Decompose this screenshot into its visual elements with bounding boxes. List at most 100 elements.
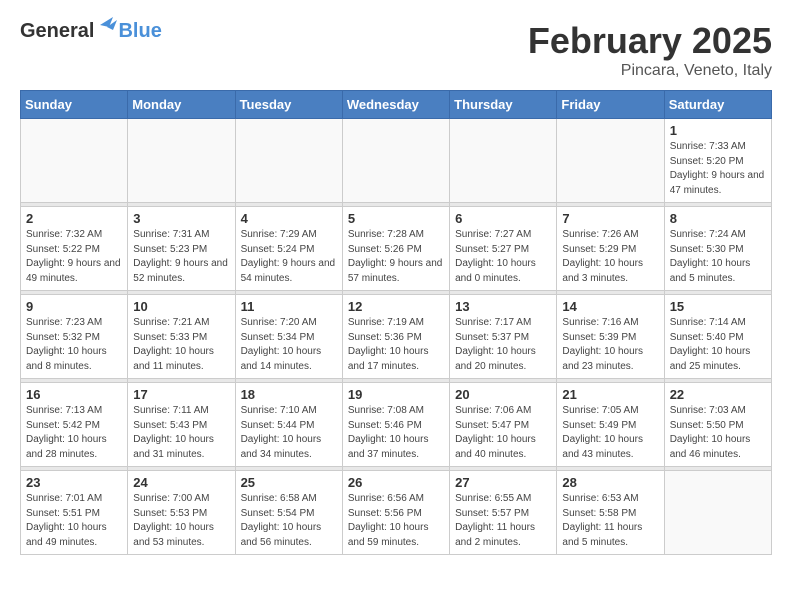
calendar-cell-w5-d4: 26 Sunrise: 6:56 AM Sunset: 5:56 PM Dayli… — [342, 471, 449, 555]
calendar-cell-w4-d4: 19 Sunrise: 7:08 AM Sunset: 5:46 PM Dayli… — [342, 383, 449, 467]
day-info: Sunrise: 7:11 AM Sunset: 5:43 PM Dayligh… — [133, 404, 229, 462]
day-info: Sunrise: 7:29 AM Sunset: 5:24 PM Dayligh… — [241, 228, 337, 286]
calendar-cell-w1-d3 — [235, 119, 342, 203]
calendar-week-3: 9 Sunrise: 7:23 AM Sunset: 5:32 PM Daylig… — [21, 295, 772, 379]
day-info: Sunrise: 6:56 AM Sunset: 5:56 PM Dayligh… — [348, 492, 444, 550]
calendar-cell-w5-d6: 28Sunrise: 6:53 AM Sunset: 5:58 PM Dayli… — [557, 471, 664, 555]
day-number: 25 — [241, 475, 337, 490]
col-thursday: Thursday — [450, 91, 557, 119]
day-info: Sunrise: 7:26 AM Sunset: 5:29 PM Dayligh… — [562, 228, 658, 286]
day-number: 18 — [241, 387, 337, 402]
calendar-subtitle: Pincara, Veneto, Italy — [528, 62, 772, 80]
day-info: Sunrise: 7:19 AM Sunset: 5:36 PM Dayligh… — [348, 316, 444, 374]
day-number: 1 — [670, 123, 766, 138]
calendar-cell-w2-d5: 6 Sunrise: 7:27 AM Sunset: 5:27 PM Daylig… — [450, 207, 557, 291]
calendar-cell-w4-d5: 20 Sunrise: 7:06 AM Sunset: 5:47 PM Dayli… — [450, 383, 557, 467]
calendar-cell-w5-d2: 24 Sunrise: 7:00 AM Sunset: 5:53 PM Dayli… — [128, 471, 235, 555]
logo-general: General — [20, 20, 94, 43]
day-info: Sunrise: 7:28 AM Sunset: 5:26 PM Dayligh… — [348, 228, 444, 286]
day-info: Sunrise: 7:14 AM Sunset: 5:40 PM Dayligh… — [670, 316, 766, 374]
calendar-cell-w3-d7: 15 Sunrise: 7:14 AM Sunset: 5:40 PM Dayli… — [664, 295, 771, 379]
calendar-cell-w2-d4: 5 Sunrise: 7:28 AM Sunset: 5:26 PM Daylig… — [342, 207, 449, 291]
day-info: Sunrise: 7:05 AM Sunset: 5:49 PM Dayligh… — [562, 404, 658, 462]
day-number: 19 — [348, 387, 444, 402]
calendar-cell-w4-d7: 22 Sunrise: 7:03 AM Sunset: 5:50 PM Dayli… — [664, 383, 771, 467]
day-number: 20 — [455, 387, 551, 402]
calendar-cell-w4-d1: 16 Sunrise: 7:13 AM Sunset: 5:42 PM Dayli… — [21, 383, 128, 467]
day-number: 23 — [26, 475, 122, 490]
day-number: 13 — [455, 299, 551, 314]
calendar-cell-w2-d6: 7 Sunrise: 7:26 AM Sunset: 5:29 PM Daylig… — [557, 207, 664, 291]
day-number: 15 — [670, 299, 766, 314]
calendar-week-1: 1 Sunrise: 7:33 AM Sunset: 5:20 PM Daylig… — [21, 119, 772, 203]
day-info: Sunrise: 6:58 AM Sunset: 5:54 PM Dayligh… — [241, 492, 337, 550]
calendar-cell-w2-d7: 8Sunrise: 7:24 AM Sunset: 5:30 PM Daylig… — [664, 207, 771, 291]
day-info: Sunrise: 7:17 AM Sunset: 5:37 PM Dayligh… — [455, 316, 551, 374]
col-sunday: Sunday — [21, 91, 128, 119]
day-number: 8 — [670, 211, 766, 226]
day-number: 4 — [241, 211, 337, 226]
calendar-cell-w1-d2 — [128, 119, 235, 203]
calendar-cell-w3-d6: 14 Sunrise: 7:16 AM Sunset: 5:39 PM Dayli… — [557, 295, 664, 379]
calendar-cell-w4-d6: 21 Sunrise: 7:05 AM Sunset: 5:49 PM Dayli… — [557, 383, 664, 467]
calendar-cell-w2-d3: 4 Sunrise: 7:29 AM Sunset: 5:24 PM Daylig… — [235, 207, 342, 291]
day-info: Sunrise: 7:32 AM Sunset: 5:22 PM Dayligh… — [26, 228, 122, 286]
calendar-header-row: Sunday Monday Tuesday Wednesday Thursday… — [21, 91, 772, 119]
calendar-cell-w3-d4: 12 Sunrise: 7:19 AM Sunset: 5:36 PM Dayli… — [342, 295, 449, 379]
day-info: Sunrise: 7:00 AM Sunset: 5:53 PM Dayligh… — [133, 492, 229, 550]
col-wednesday: Wednesday — [342, 91, 449, 119]
day-number: 21 — [562, 387, 658, 402]
page: General Blue February 2025 Pincara, Vene… — [0, 0, 792, 575]
calendar-week-2: 2Sunrise: 7:32 AM Sunset: 5:22 PM Daylig… — [21, 207, 772, 291]
day-info: Sunrise: 7:10 AM Sunset: 5:44 PM Dayligh… — [241, 404, 337, 462]
calendar-cell-w1-d6 — [557, 119, 664, 203]
day-info: Sunrise: 7:27 AM Sunset: 5:27 PM Dayligh… — [455, 228, 551, 286]
logo-bird-icon — [95, 15, 117, 35]
calendar-cell-w3-d2: 10 Sunrise: 7:21 AM Sunset: 5:33 PM Dayli… — [128, 295, 235, 379]
calendar-cell-w5-d7 — [664, 471, 771, 555]
day-number: 26 — [348, 475, 444, 490]
day-info: Sunrise: 7:13 AM Sunset: 5:42 PM Dayligh… — [26, 404, 122, 462]
calendar-cell-w3-d1: 9 Sunrise: 7:23 AM Sunset: 5:32 PM Daylig… — [21, 295, 128, 379]
calendar-cell-w2-d1: 2Sunrise: 7:32 AM Sunset: 5:22 PM Daylig… — [21, 207, 128, 291]
day-info: Sunrise: 7:23 AM Sunset: 5:32 PM Dayligh… — [26, 316, 122, 374]
day-number: 9 — [26, 299, 122, 314]
calendar-title: February 2025 — [528, 20, 772, 62]
day-info: Sunrise: 7:21 AM Sunset: 5:33 PM Dayligh… — [133, 316, 229, 374]
col-saturday: Saturday — [664, 91, 771, 119]
col-monday: Monday — [128, 91, 235, 119]
day-number: 7 — [562, 211, 658, 226]
day-info: Sunrise: 7:31 AM Sunset: 5:23 PM Dayligh… — [133, 228, 229, 286]
day-number: 6 — [455, 211, 551, 226]
day-info: Sunrise: 7:03 AM Sunset: 5:50 PM Dayligh… — [670, 404, 766, 462]
calendar-cell-w1-d5 — [450, 119, 557, 203]
calendar-cell-w3-d3: 11 Sunrise: 7:20 AM Sunset: 5:34 PM Dayli… — [235, 295, 342, 379]
logo-blue: Blue — [118, 20, 161, 43]
day-number: 11 — [241, 299, 337, 314]
day-number: 12 — [348, 299, 444, 314]
day-info: Sunrise: 7:20 AM Sunset: 5:34 PM Dayligh… — [241, 316, 337, 374]
col-tuesday: Tuesday — [235, 91, 342, 119]
day-info: Sunrise: 7:08 AM Sunset: 5:46 PM Dayligh… — [348, 404, 444, 462]
calendar-week-4: 16 Sunrise: 7:13 AM Sunset: 5:42 PM Dayli… — [21, 383, 772, 467]
day-number: 10 — [133, 299, 229, 314]
day-info: Sunrise: 7:16 AM Sunset: 5:39 PM Dayligh… — [562, 316, 658, 374]
day-number: 5 — [348, 211, 444, 226]
calendar-cell-w1-d7: 1 Sunrise: 7:33 AM Sunset: 5:20 PM Daylig… — [664, 119, 771, 203]
calendar-week-5: 23 Sunrise: 7:01 AM Sunset: 5:51 PM Dayli… — [21, 471, 772, 555]
calendar-cell-w5-d1: 23 Sunrise: 7:01 AM Sunset: 5:51 PM Dayli… — [21, 471, 128, 555]
calendar-cell-w2-d2: 3 Sunrise: 7:31 AM Sunset: 5:23 PM Daylig… — [128, 207, 235, 291]
day-info: Sunrise: 7:33 AM Sunset: 5:20 PM Dayligh… — [670, 140, 766, 198]
calendar-table: Sunday Monday Tuesday Wednesday Thursday… — [20, 90, 772, 555]
day-number: 16 — [26, 387, 122, 402]
day-number: 3 — [133, 211, 229, 226]
day-number: 22 — [670, 387, 766, 402]
calendar-cell-w1-d1 — [21, 119, 128, 203]
day-info: Sunrise: 7:01 AM Sunset: 5:51 PM Dayligh… — [26, 492, 122, 550]
day-number: 17 — [133, 387, 229, 402]
day-number: 14 — [562, 299, 658, 314]
day-number: 24 — [133, 475, 229, 490]
day-info: Sunrise: 7:06 AM Sunset: 5:47 PM Dayligh… — [455, 404, 551, 462]
calendar-cell-w4-d3: 18 Sunrise: 7:10 AM Sunset: 5:44 PM Dayli… — [235, 383, 342, 467]
calendar-cell-w5-d3: 25 Sunrise: 6:58 AM Sunset: 5:54 PM Dayli… — [235, 471, 342, 555]
